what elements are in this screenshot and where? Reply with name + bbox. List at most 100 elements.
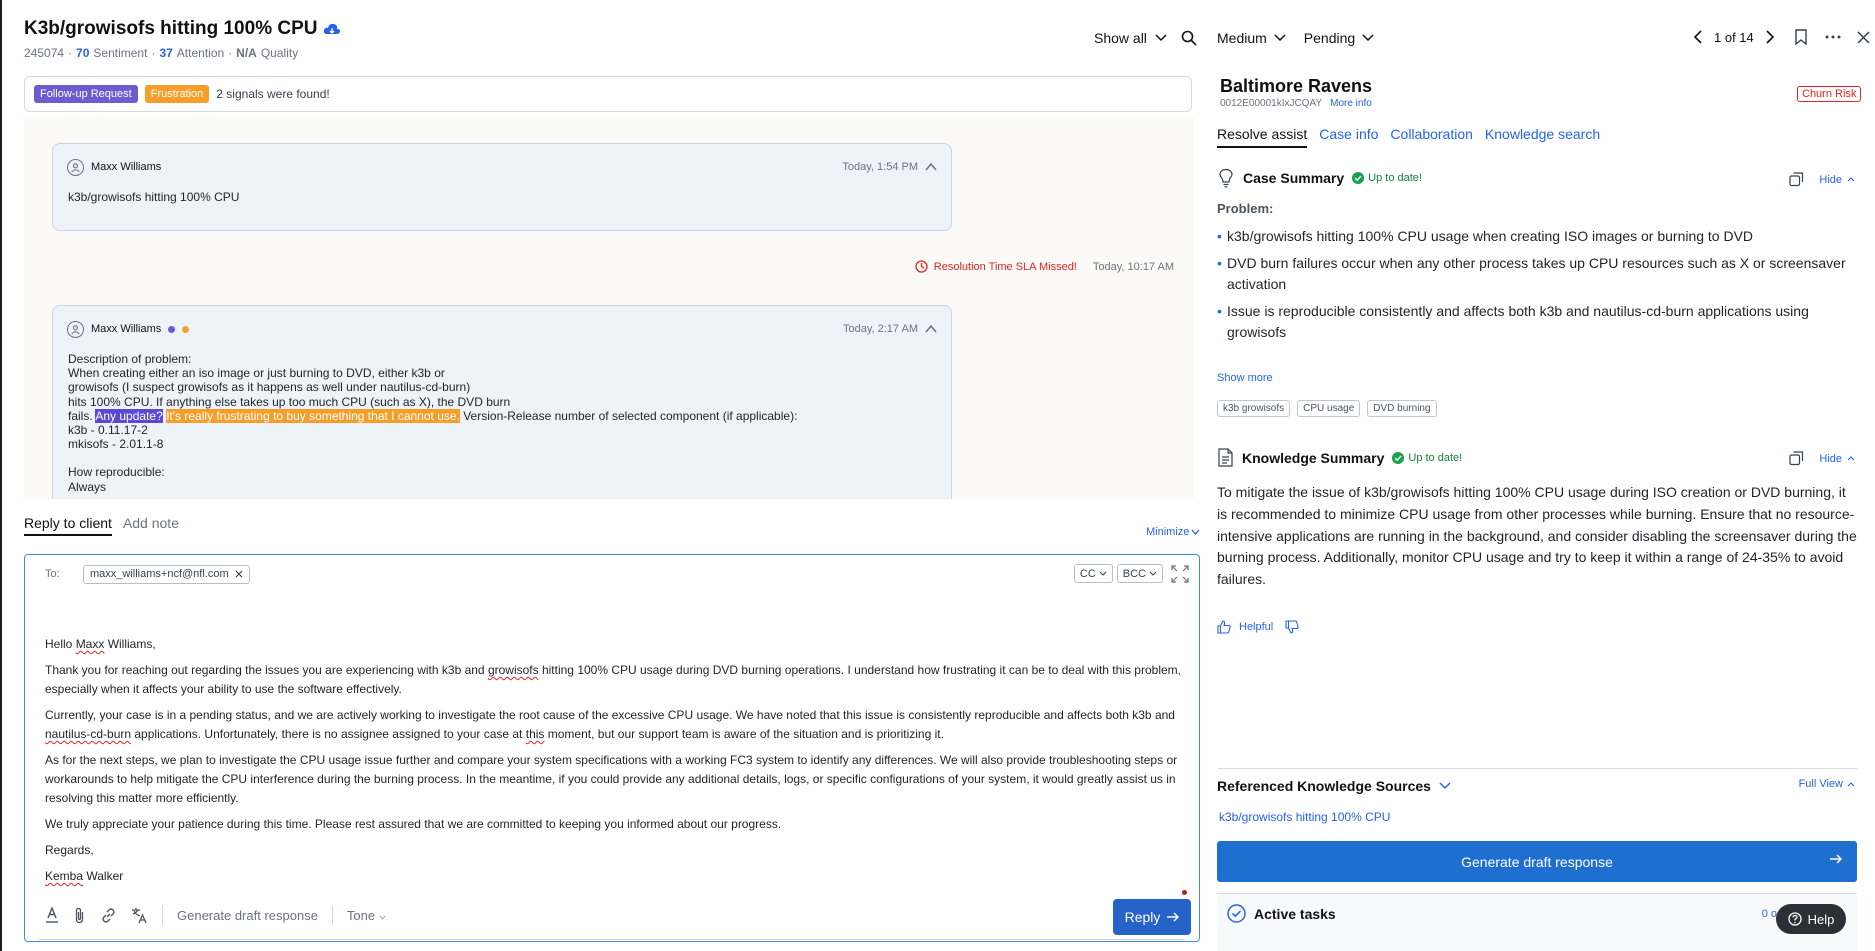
reply-body[interactable]: Hello Maxx Williams, Thank you for reach… [45, 635, 1189, 893]
check-circle-icon [1227, 904, 1246, 923]
sla-time: Today, 10:17 AM [1092, 260, 1174, 273]
signals-bar: Follow-up Request Frustration 2 signals … [24, 76, 1192, 112]
up-to-date-badge: Up to date! [1352, 172, 1422, 184]
message-author: Maxx Williams [91, 323, 162, 335]
minimize-button[interactable]: Minimize [1146, 526, 1200, 538]
signals-text: 2 signals were found! [216, 87, 330, 101]
body-line: fails. Any update? It's really frustrati… [68, 408, 798, 423]
bookmark-icon[interactable] [1795, 29, 1807, 45]
body-line: Description of problem: [68, 352, 192, 366]
active-tasks-section: Active tasks 0 o [1217, 893, 1857, 951]
tone-dropdown[interactable]: Tone [347, 908, 386, 923]
helpful-label[interactable]: Helpful [1239, 621, 1273, 633]
chevron-right-icon[interactable] [1766, 30, 1775, 44]
active-tasks-count: 0 o [1761, 908, 1777, 920]
chevron-up-icon[interactable] [925, 323, 937, 335]
body-line: hits 100% CPU. If anything else takes up… [68, 394, 511, 409]
chevron-up-icon[interactable] [925, 161, 937, 173]
more-info-link[interactable]: More info [1330, 98, 1372, 109]
message-time: Today, 1:54 PM [842, 161, 918, 173]
hide-case-summary-button[interactable]: Hide [1789, 172, 1855, 187]
chevron-down-icon [1274, 34, 1286, 42]
account-id: 0012E00001kIxJCQAY [1220, 98, 1323, 109]
status-dropdown[interactable]: Pending [1304, 30, 1374, 46]
generate-draft-button[interactable]: Generate draft response [1217, 841, 1857, 882]
show-all-dropdown[interactable]: Show all [1094, 30, 1197, 46]
account-meta: 0012E00001kIxJCQAY More info [1220, 98, 1372, 109]
pager-text: 1 of 14 [1714, 29, 1754, 45]
full-view-button[interactable]: Full View [1799, 778, 1855, 790]
close-icon[interactable] [1857, 30, 1870, 44]
message-thread[interactable]: Maxx Williams Today, 1:54 PM k3b/growiso… [24, 117, 1194, 499]
generate-draft-toolbar-button[interactable]: Generate draft response [177, 908, 318, 923]
signal-tag-frustration[interactable]: Frustration [144, 85, 210, 103]
sentiment-label: Sentiment [93, 46, 148, 60]
signal-tag-follow-up[interactable]: Follow-up Request [34, 85, 138, 103]
copy-icon[interactable] [1789, 451, 1804, 466]
translate-icon[interactable] [131, 907, 148, 924]
recipient-row: To: maxx_williams+ncf@nfl.com [25, 555, 1199, 593]
churn-risk-badge: Churn Risk [1797, 86, 1862, 102]
problem-label: Problem: [1217, 201, 1274, 216]
show-more-link[interactable]: Show more [1217, 372, 1273, 384]
more-options-icon[interactable] [1825, 35, 1841, 39]
bcc-dropdown[interactable]: BCC [1116, 564, 1163, 583]
thumbs-up-icon[interactable] [1217, 620, 1231, 634]
attachment-icon[interactable] [73, 907, 86, 924]
expand-icon[interactable] [1171, 564, 1189, 583]
highlight-follow-up: Any update? [95, 408, 163, 423]
account-name: Baltimore Ravens [1220, 76, 1373, 96]
keyword-tag[interactable]: k3b growisofs [1217, 400, 1291, 417]
case-pane: K3b/growisofs hitting 100% CPU 245074 · 7… [0, 0, 1200, 951]
paragraph: Thank you for reaching out regarding the… [45, 663, 1181, 696]
reply-editor[interactable]: To: maxx_williams+ncf@nfl.com CC BCC Hel… [24, 554, 1200, 942]
body-line: mkisofs - 2.01.1-8 [68, 437, 164, 452]
arrow-right-icon [1830, 854, 1843, 864]
copy-icon[interactable] [1789, 172, 1804, 187]
attention-label: Attention [176, 46, 225, 60]
cc-dropdown[interactable]: CC [1073, 564, 1113, 583]
list-item: Issue is reproducible consistently and a… [1217, 301, 1857, 343]
chevron-left-icon[interactable] [1693, 30, 1702, 44]
close-icon[interactable] [235, 570, 243, 578]
priority-dropdown[interactable]: Medium [1217, 30, 1286, 46]
tab-collaboration[interactable]: Collaboration [1390, 126, 1473, 148]
quality-label: Quality [260, 46, 299, 60]
case-title: K3b/growisofs hitting 100% CPU [24, 18, 318, 39]
tab-case-info[interactable]: Case info [1319, 126, 1378, 148]
recipient-chip[interactable]: maxx_williams+ncf@nfl.com [83, 564, 250, 584]
tab-reply-to-client[interactable]: Reply to client [24, 515, 112, 536]
check-circle-icon [1352, 172, 1365, 184]
hide-knowledge-summary-button[interactable]: Hide [1789, 451, 1855, 466]
active-tasks-header[interactable]: Active tasks [1227, 904, 1336, 923]
text-format-icon[interactable] [45, 907, 59, 923]
keyword-tag[interactable]: DVD burning [1367, 400, 1437, 417]
up-to-date-badge: Up to date! [1392, 451, 1462, 464]
list-item: k3b/growisofs hitting 100% CPU usage whe… [1217, 226, 1857, 247]
tab-resolve-assist[interactable]: Resolve assist [1217, 126, 1308, 148]
cloud-icon [324, 23, 341, 34]
link-icon[interactable] [100, 907, 117, 924]
case-summary-header: Case Summary Up to date! [1217, 168, 1422, 188]
send-reply-button[interactable]: Reply [1113, 899, 1191, 935]
body-line: How reproducible: [68, 465, 165, 480]
tab-knowledge-search[interactable]: Knowledge search [1485, 126, 1600, 148]
chevron-up-icon [1847, 177, 1855, 182]
active-tasks-title: Active tasks [1254, 905, 1336, 922]
reply-tabs: Reply to client Add note [24, 515, 179, 536]
tab-add-note[interactable]: Add note [123, 515, 179, 536]
sla-text: Resolution Time SLA Missed! [933, 260, 1077, 273]
regards: Regards, [45, 843, 94, 857]
thumbs-down-icon[interactable] [1285, 620, 1299, 634]
knowledge-source-link[interactable]: k3b/growisofs hitting 100% CPU [1219, 810, 1390, 824]
help-button[interactable]: Help [1776, 904, 1846, 934]
signature: Kemba Walker [45, 869, 124, 883]
avatar-icon [67, 320, 84, 338]
referenced-sources-header[interactable]: Referenced Knowledge Sources [1217, 778, 1451, 794]
send-reply-label: Reply [1124, 909, 1161, 925]
feedback-controls: Helpful [1217, 620, 1299, 634]
to-label: To: [45, 568, 60, 580]
avatar-icon [67, 158, 84, 176]
search-icon[interactable] [1181, 30, 1197, 46]
keyword-tag[interactable]: CPU usage [1297, 400, 1361, 417]
